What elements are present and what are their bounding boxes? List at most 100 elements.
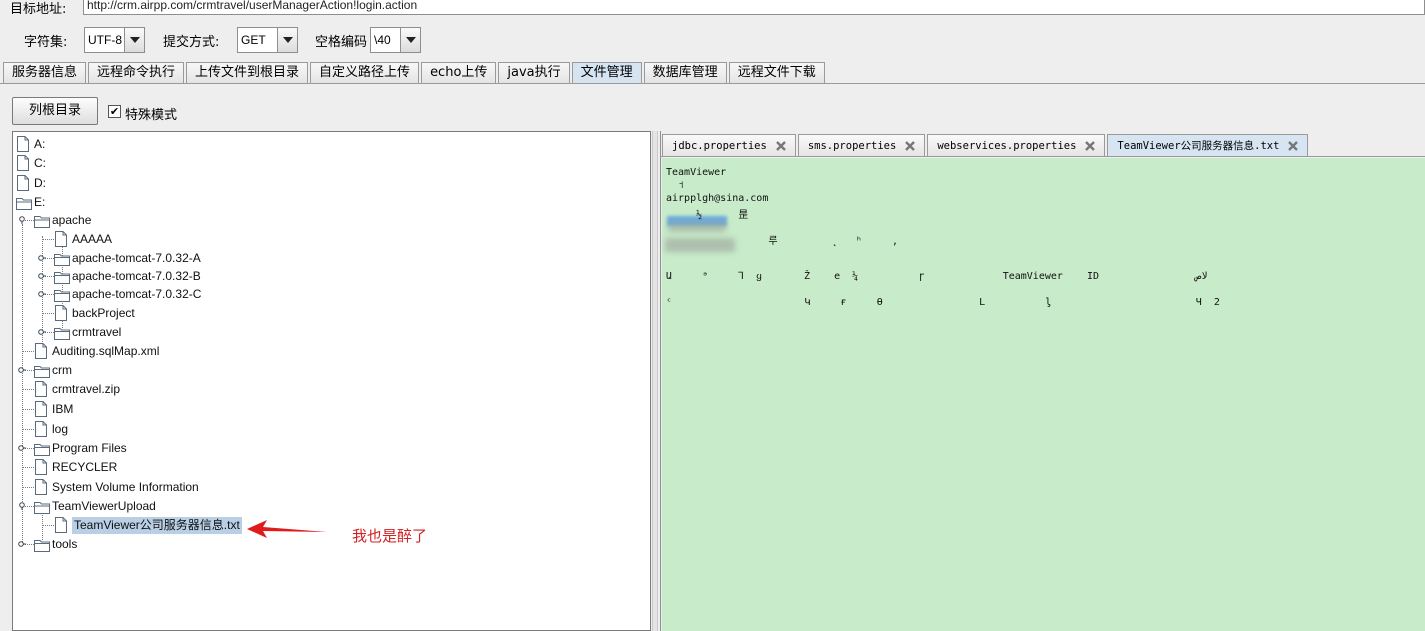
chevron-down-icon[interactable] (124, 28, 144, 52)
tree-node-label: crm (52, 363, 72, 377)
tab-file-manager[interactable]: 文件管理 (571, 62, 642, 84)
close-icon[interactable] (775, 140, 787, 152)
method-label: 提交方式: (163, 35, 220, 50)
tree-collapsed-handle-icon[interactable] (38, 290, 46, 298)
file-icon (54, 231, 68, 250)
tree-node[interactable]: AAAAA (13, 230, 643, 248)
tree-collapsed-handle-icon[interactable] (38, 328, 46, 336)
tree-guide-line (42, 239, 54, 240)
editor-tab-label: webservices.properties (937, 140, 1077, 152)
target-url-label: 目标地址: (10, 2, 67, 17)
folder-icon (34, 364, 50, 381)
tree-node[interactable]: C: (13, 154, 643, 172)
tree-node-label: apache (52, 213, 92, 227)
folder-icon (54, 288, 70, 305)
tree-node[interactable]: crmtravel.zip (13, 380, 643, 398)
method-select[interactable]: GET (237, 27, 298, 53)
tree-node[interactable]: apache (13, 211, 643, 229)
tree-node[interactable]: apache-tomcat-7.0.32-B (13, 267, 643, 285)
tab-echo-upload[interactable]: echo上传 (421, 62, 497, 84)
editor-tab-jdbc[interactable]: jdbc.properties (662, 134, 796, 157)
tree-node-label: apache-tomcat-7.0.32-A (72, 251, 201, 265)
folder-icon (54, 326, 70, 343)
tree-node[interactable]: backProject (13, 304, 643, 322)
editor-tab-bar: jdbc.properties sms.properties webservic… (662, 134, 1310, 157)
target-url-input[interactable]: http://crm.airpp.com/crmtravel/userManag… (83, 0, 1425, 15)
close-icon[interactable] (904, 140, 916, 152)
file-icon (34, 459, 48, 478)
editor-line: ½ 昰 (666, 210, 749, 221)
tree-collapsed-handle-icon[interactable] (18, 540, 26, 548)
tree-expanded-handle-icon[interactable] (18, 502, 26, 510)
tree-collapsed-handle-icon[interactable] (18, 444, 26, 452)
tree-collapsed-handle-icon[interactable] (38, 254, 46, 262)
tree-node-label: apache-tomcat-7.0.32-C (72, 287, 202, 301)
tree-node[interactable]: D: (13, 174, 643, 192)
tree-node-label: apache-tomcat-7.0.32-B (72, 269, 201, 283)
chevron-down-icon[interactable] (400, 28, 420, 52)
tree-node[interactable]: E: (13, 193, 643, 211)
tree-node[interactable]: apache-tomcat-7.0.32-A (13, 249, 643, 267)
editor-line: ˦ (666, 180, 685, 191)
tab-java-exec[interactable]: java执行 (498, 62, 570, 84)
file-icon (34, 479, 48, 498)
tree-node[interactable]: crmtravel (13, 323, 643, 341)
charset-value: UTF-8 (88, 33, 122, 47)
editor-line: airpplgh@sina.com (666, 193, 769, 204)
chevron-down-icon[interactable] (277, 28, 297, 52)
tree-guide-line (22, 467, 34, 468)
editor-tab-teamviewer[interactable]: TeamViewer公司服务器信息.txt (1107, 134, 1309, 157)
tree-node-label: IBM (52, 402, 74, 416)
tree-node[interactable]: A: (13, 135, 643, 153)
special-mode-checkbox[interactable]: ✔ (108, 105, 121, 118)
file-content-editor[interactable]: TeamViewer ˦ airpplgh@sina.com ½ 昰 루 ˛ ʰ… (662, 158, 1425, 631)
tree-guide-line (22, 351, 34, 352)
editor-tab-divider (660, 156, 1425, 157)
tree-node[interactable]: System Volume Information (13, 478, 643, 496)
split-pane-divider[interactable] (652, 131, 658, 631)
file-icon (34, 421, 48, 440)
tree-expanded-handle-icon[interactable] (18, 216, 26, 224)
tree-guide-line (42, 313, 54, 314)
editor-tab-webservices[interactable]: webservices.properties (927, 134, 1106, 157)
close-icon[interactable] (1084, 140, 1096, 152)
file-tree: A: C: D: E: apache AAAAA apache-tomcat-7.0.32-… (12, 131, 651, 631)
tree-node[interactable]: TeamViewerUpload (13, 497, 643, 515)
tab-server-info[interactable]: 服务器信息 (3, 62, 87, 84)
tree-guide-line (22, 389, 34, 390)
tree-collapsed-handle-icon[interactable] (18, 366, 26, 374)
tree-node[interactable]: Program Files (13, 439, 643, 457)
tree-node[interactable]: log (13, 420, 643, 438)
tree-node[interactable]: RECYCLER (13, 458, 643, 476)
editor-tab-label: TeamViewer公司服务器信息.txt (1117, 140, 1280, 152)
editor-line: Ա ᵊ Ꞁ ყ Ž e ¼ ɼ TeamViewer ID لاص (666, 271, 1208, 282)
editor-tab-sms[interactable]: sms.properties (797, 134, 926, 157)
charset-select[interactable]: UTF-8 (84, 27, 145, 53)
file-icon (34, 401, 48, 420)
tree-node[interactable]: Auditing.sqlMap.xml (13, 342, 643, 360)
file-icon (16, 136, 30, 155)
space-encoding-select[interactable]: \40 (370, 27, 421, 53)
tree-node[interactable]: IBM (13, 400, 643, 418)
file-icon (16, 155, 30, 174)
tree-node-label: Program Files (52, 441, 127, 455)
special-mode-label[interactable]: 特殊模式 (125, 104, 177, 123)
editor-line: 루 ˛ ʰ , (666, 236, 898, 247)
tree-node-label: RECYCLER (52, 460, 118, 474)
tree-collapsed-handle-icon[interactable] (38, 272, 46, 280)
close-icon[interactable] (1287, 140, 1299, 152)
tab-custom-path-upload[interactable]: 自定义路径上传 (310, 62, 420, 84)
tree-node-label: TeamViewerUpload (52, 499, 156, 513)
tree-node[interactable]: crm (13, 361, 643, 379)
tab-remote-download[interactable]: 远程文件下载 (728, 62, 825, 84)
tab-upload-root[interactable]: 上传文件到根目录 (186, 62, 309, 84)
list-root-button[interactable]: 列根目录 (12, 97, 98, 125)
tree-node-label: log (52, 422, 69, 436)
tab-database-manager[interactable]: 数据库管理 (643, 62, 727, 84)
tab-remote-command[interactable]: 远程命令执行 (88, 62, 185, 84)
tree-node[interactable]: apache-tomcat-7.0.32-C (13, 285, 643, 303)
tab-bar-divider (0, 83, 1425, 84)
tree-node-label: C: (34, 156, 46, 170)
file-icon (54, 305, 68, 324)
tree-node-label: A: (34, 137, 46, 151)
